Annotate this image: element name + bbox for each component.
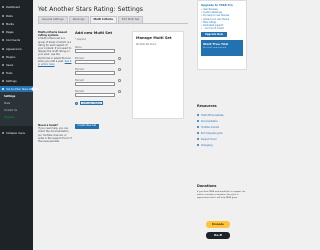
menu-users[interactable]: Users [0, 62, 33, 68]
tab-rankings[interactable]: Rankings [68, 16, 89, 23]
video-icon [197, 125, 200, 129]
tab-edit-multi-set[interactable]: Edit Multi Set [117, 16, 144, 23]
plugin-icon [2, 56, 4, 58]
form-title: Add new Multi Set [75, 31, 113, 35]
promo-feature-list: User Reviews Custom Rankings 20 ready to… [198, 8, 246, 30]
menu-posts[interactable]: Posts [0, 13, 33, 19]
support-icon [197, 137, 200, 141]
element-input-4[interactable] [75, 93, 115, 97]
name-input[interactable] [75, 49, 115, 53]
menu-pages[interactable]: Pages [0, 29, 33, 35]
menu-settings[interactable]: Settings [0, 78, 33, 84]
need-help-body: If you need help, you can check the docu… [38, 127, 72, 144]
dashboard-icon [2, 6, 4, 8]
add-criteria-row: + Add new criteria [75, 101, 128, 105]
remove-icon[interactable] [118, 79, 121, 82]
resources-title: Resources [197, 104, 217, 108]
collapse-menu[interactable]: Collapse menu [0, 130, 33, 136]
book-icon [197, 119, 200, 123]
remove-icon[interactable] [118, 57, 121, 60]
tab-multi-criteria[interactable]: Multi Criteria [89, 16, 117, 23]
help-text: Multi-criteria based rating system. A Mu… [38, 31, 72, 66]
menu-media[interactable]: Media [0, 21, 33, 27]
field-element-3: Element [75, 79, 128, 86]
menu-comments[interactable]: Comments [0, 37, 33, 43]
need-help: Need a hand? If you need help, you can c… [38, 124, 72, 143]
tab-divider [38, 23, 188, 24]
menu-dashboard[interactable]: Dashboard [0, 4, 33, 10]
pin-icon [2, 15, 4, 17]
submenu-contact[interactable]: Contact Us [4, 109, 17, 112]
add-multi-set-form: Add new Multi Set * required Name Elemen… [75, 31, 128, 129]
free-trial-title: Start Free Trial [203, 42, 229, 47]
required-note: * required [75, 38, 86, 41]
element-input-2[interactable] [75, 71, 115, 75]
field-element-4: Element [75, 90, 128, 97]
resource-item[interactable]: Changelog [197, 142, 247, 148]
element-input-1[interactable] [75, 60, 115, 64]
element-input-3[interactable] [75, 82, 115, 86]
submenu-upgrade[interactable]: Upgrade [4, 116, 14, 119]
remove-icon[interactable] [118, 90, 121, 93]
add-criteria-button[interactable]: Add new criteria [79, 101, 104, 105]
submenu-settings[interactable]: Settings [4, 95, 15, 98]
submenu-stats[interactable]: Stats [4, 102, 10, 105]
brush-icon [2, 48, 4, 50]
list-icon [197, 143, 200, 147]
resources-list: YASR official website Documentation YouT… [197, 112, 247, 148]
manage-title: Manage Multi Set [136, 36, 172, 40]
wrench-icon [2, 72, 4, 74]
admin-sidebar: Dashboard Posts Media Pages Comments App… [0, 0, 38, 250]
globe-icon [197, 113, 200, 117]
upgrade-promo: Upgrade to YASR Pro User Reviews Custom … [197, 0, 247, 70]
star-icon [2, 88, 4, 90]
manage-multi-set-panel: Manage Multi Set No Multi Set found [132, 31, 184, 119]
create-set-button[interactable]: Create New Set [75, 124, 99, 129]
code-icon [197, 131, 200, 135]
kofi-button[interactable]: Ko-fi [206, 232, 230, 239]
yasr-submenu: Settings Stats Contact Us Upgrade [0, 92, 33, 126]
menu-plugins[interactable]: Plugins [0, 54, 33, 60]
promo-heading: Upgrade to YASR Pro [201, 3, 233, 7]
donate-button[interactable]: Donate [206, 221, 230, 228]
plus-icon[interactable]: + [75, 101, 78, 105]
page-icon [2, 31, 4, 33]
page-title: Yet Another Stars Rating: Settings [38, 6, 144, 13]
free-trial-box[interactable]: Start Free Trial No credit card required [201, 40, 243, 57]
free-trial-sub: No credit card required [203, 47, 227, 50]
menu-tools[interactable]: Tools [0, 70, 33, 76]
settings-tabs: General Settings Rankings Multi Criteria… [38, 16, 144, 23]
comment-icon [2, 39, 4, 41]
collapse-icon [2, 132, 4, 134]
field-element-1: Element [75, 57, 128, 64]
remove-icon[interactable] [118, 68, 121, 71]
field-name: Name [75, 46, 128, 53]
donations-title: Donations [197, 184, 217, 188]
manage-empty-text: No Multi Set found [136, 43, 157, 46]
promo-feature: ...And much more!! [201, 27, 243, 30]
tab-general[interactable]: General Settings [38, 16, 68, 23]
donations-text: If you liked YASR and would like to supp… [197, 191, 246, 199]
user-icon [2, 64, 4, 66]
menu-appearance[interactable]: Appearance [0, 46, 33, 52]
field-element-2: Element [75, 68, 128, 75]
media-icon [2, 23, 4, 25]
settings-icon [2, 80, 4, 82]
upgrade-now-button[interactable]: Upgrade Now [201, 32, 227, 38]
